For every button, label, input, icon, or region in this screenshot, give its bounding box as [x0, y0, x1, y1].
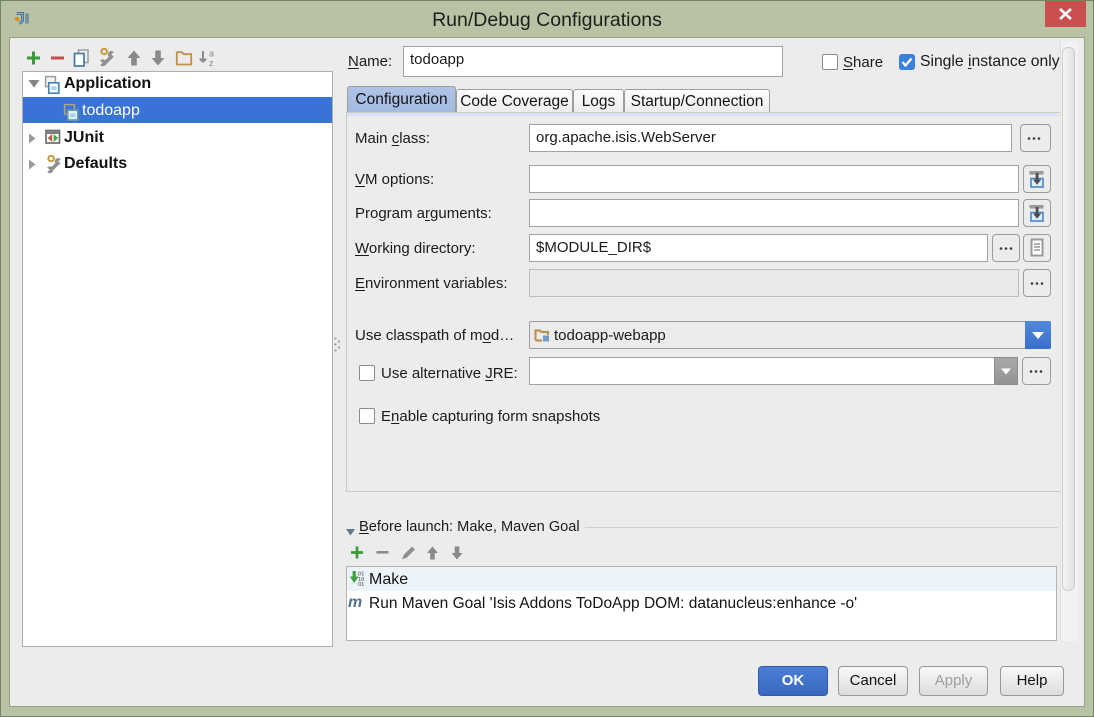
- svg-text:z: z: [209, 58, 214, 68]
- svg-text:a: a: [209, 49, 214, 59]
- svg-text:01: 01: [358, 582, 364, 587]
